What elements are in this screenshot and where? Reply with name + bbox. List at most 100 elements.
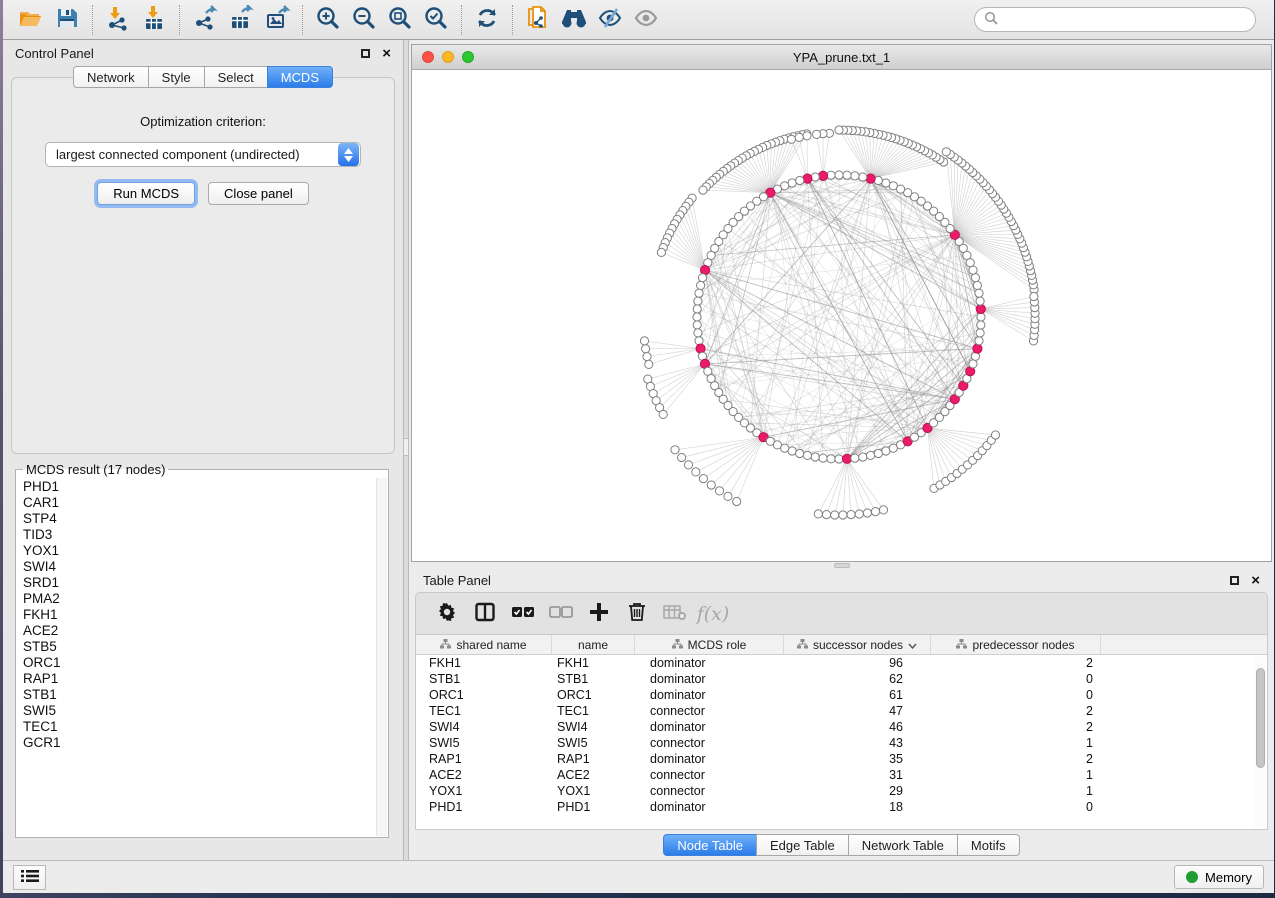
table-cell: dominator xyxy=(635,672,784,686)
refresh-icon xyxy=(474,5,500,34)
table-options-button[interactable] xyxy=(428,597,466,631)
zoom-out-button[interactable] xyxy=(346,4,382,36)
find-button[interactable] xyxy=(556,4,592,36)
select-all-button[interactable] xyxy=(504,597,542,631)
list-item[interactable]: TEC1 xyxy=(23,719,374,735)
table-cell: FKH1 xyxy=(416,656,552,670)
import-table-button[interactable] xyxy=(136,4,172,36)
share-document-button[interactable] xyxy=(520,4,556,36)
table-cell: ORC1 xyxy=(552,688,635,702)
status-menu-button[interactable] xyxy=(13,865,46,890)
hide-selected-button[interactable] xyxy=(592,4,628,36)
splitter-grip[interactable] xyxy=(834,563,850,568)
list-item[interactable]: YOX1 xyxy=(23,543,374,559)
table-row[interactable]: SWI4SWI4dominator462 xyxy=(416,719,1267,735)
memory-button[interactable]: Memory xyxy=(1174,865,1264,889)
close-panel-button[interactable]: Close panel xyxy=(208,182,309,205)
vertical-splitter[interactable] xyxy=(403,40,409,860)
run-mcds-button[interactable]: Run MCDS xyxy=(97,182,195,205)
export-image-button[interactable] xyxy=(259,4,295,36)
zoom-in-button[interactable] xyxy=(310,4,346,36)
list-item[interactable]: SWI5 xyxy=(23,703,374,719)
tab-network[interactable]: Network xyxy=(73,66,149,88)
table-row[interactable]: ACE2ACE2connector311 xyxy=(416,767,1267,783)
close-panel-icon[interactable]: × xyxy=(1251,573,1260,588)
horizontal-splitter[interactable] xyxy=(411,562,1272,568)
table-row[interactable]: YOX1YOX1connector291 xyxy=(416,783,1267,799)
float-panel-icon[interactable] xyxy=(1230,576,1239,585)
list-scrollbar[interactable] xyxy=(376,478,387,836)
mcds-result-list[interactable]: PHD1CAR1STP4TID3YOX1SWI4SRD1PMA2FKH1ACE2… xyxy=(23,479,374,835)
list-item[interactable]: PMA2 xyxy=(23,591,374,607)
refresh-view-button[interactable] xyxy=(469,4,505,36)
column-header-shared-name[interactable]: shared name xyxy=(416,635,552,654)
function-builder-button[interactable]: f(x) xyxy=(694,597,732,631)
table-row[interactable]: PHD1PHD1dominator180 xyxy=(416,799,1267,815)
list-item[interactable]: SWI4 xyxy=(23,559,374,575)
criterion-select[interactable]: largest connected component (undirected) xyxy=(45,142,361,167)
table-cell: YOX1 xyxy=(416,784,552,798)
zoom-fit-button[interactable] xyxy=(382,4,418,36)
column-header-successor-nodes[interactable]: successor nodes xyxy=(784,635,931,654)
show-columns-button[interactable] xyxy=(466,597,504,631)
column-header-mcds-role[interactable]: MCDS role xyxy=(635,635,784,654)
close-panel-icon[interactable]: × xyxy=(382,46,391,61)
table-scrollbar[interactable] xyxy=(1254,656,1266,828)
tab-network-table[interactable]: Network Table xyxy=(848,834,958,856)
list-item[interactable]: GCR1 xyxy=(23,735,374,751)
list-item[interactable]: STB5 xyxy=(23,639,374,655)
delete-selected-button[interactable] xyxy=(618,597,656,631)
column-header-name[interactable]: name xyxy=(552,635,635,654)
export-table-button[interactable] xyxy=(223,4,259,36)
table-cell: 0 xyxy=(931,672,1101,686)
list-item[interactable]: SRD1 xyxy=(23,575,374,591)
tab-mcds[interactable]: MCDS xyxy=(267,66,333,88)
list-item[interactable]: ACE2 xyxy=(23,623,374,639)
list-item[interactable]: PHD1 xyxy=(23,479,374,495)
save-session-button[interactable] xyxy=(49,4,85,36)
list-item[interactable]: TID3 xyxy=(23,527,374,543)
table-cell: dominator xyxy=(635,720,784,734)
tab-node-table[interactable]: Node Table xyxy=(663,834,757,856)
float-panel-icon[interactable] xyxy=(361,49,370,58)
table-row[interactable]: RAP1RAP1dominator352 xyxy=(416,751,1267,767)
zoom-selected-button[interactable] xyxy=(418,4,454,36)
traffic-light-zoom-icon[interactable] xyxy=(462,51,474,63)
network-titlebar[interactable]: YPA_prune.txt_1 xyxy=(412,45,1271,70)
table-cell: SWI5 xyxy=(416,736,552,750)
traffic-light-minimize-icon[interactable] xyxy=(442,51,454,63)
deselect-all-button[interactable] xyxy=(542,597,580,631)
traffic-light-close-icon[interactable] xyxy=(422,51,434,63)
list-item[interactable]: FKH1 xyxy=(23,607,374,623)
search-input[interactable] xyxy=(1004,12,1246,27)
table-row[interactable]: FKH1FKH1dominator962 xyxy=(416,655,1267,671)
delete-table-button[interactable] xyxy=(656,597,694,631)
tab-select[interactable]: Select xyxy=(204,66,268,88)
list-item[interactable]: CAR1 xyxy=(23,495,374,511)
table-row[interactable]: ORC1ORC1dominator610 xyxy=(416,687,1267,703)
open-file-button[interactable] xyxy=(13,4,49,36)
add-column-button[interactable] xyxy=(580,597,618,631)
table-row[interactable]: TEC1TEC1connector472 xyxy=(416,703,1267,719)
tab-style[interactable]: Style xyxy=(148,66,205,88)
splitter-grip[interactable] xyxy=(403,438,409,456)
table-row[interactable]: STB1STB1dominator620 xyxy=(416,671,1267,687)
tab-motifs[interactable]: Motifs xyxy=(957,834,1020,856)
table-row[interactable]: SWI5SWI5connector431 xyxy=(416,735,1267,751)
table-cell: TEC1 xyxy=(416,704,552,718)
list-item[interactable]: STB1 xyxy=(23,687,374,703)
show-all-button[interactable] xyxy=(628,4,664,36)
share-document-icon xyxy=(525,5,551,34)
network-canvas[interactable] xyxy=(412,70,1271,561)
application-window: Control Panel × Network Style Select MCD… xyxy=(3,0,1274,893)
hierarchy-icon xyxy=(797,638,808,652)
list-item[interactable]: ORC1 xyxy=(23,655,374,671)
list-item[interactable]: STP4 xyxy=(23,511,374,527)
list-item[interactable]: RAP1 xyxy=(23,671,374,687)
tab-edge-table[interactable]: Edge Table xyxy=(756,834,849,856)
import-network-button[interactable] xyxy=(100,4,136,36)
export-network-button[interactable] xyxy=(187,4,223,36)
binoculars-icon xyxy=(560,6,588,33)
scrollbar-thumb[interactable] xyxy=(1256,668,1265,768)
column-header-predecessor-nodes[interactable]: predecessor nodes xyxy=(931,635,1101,654)
